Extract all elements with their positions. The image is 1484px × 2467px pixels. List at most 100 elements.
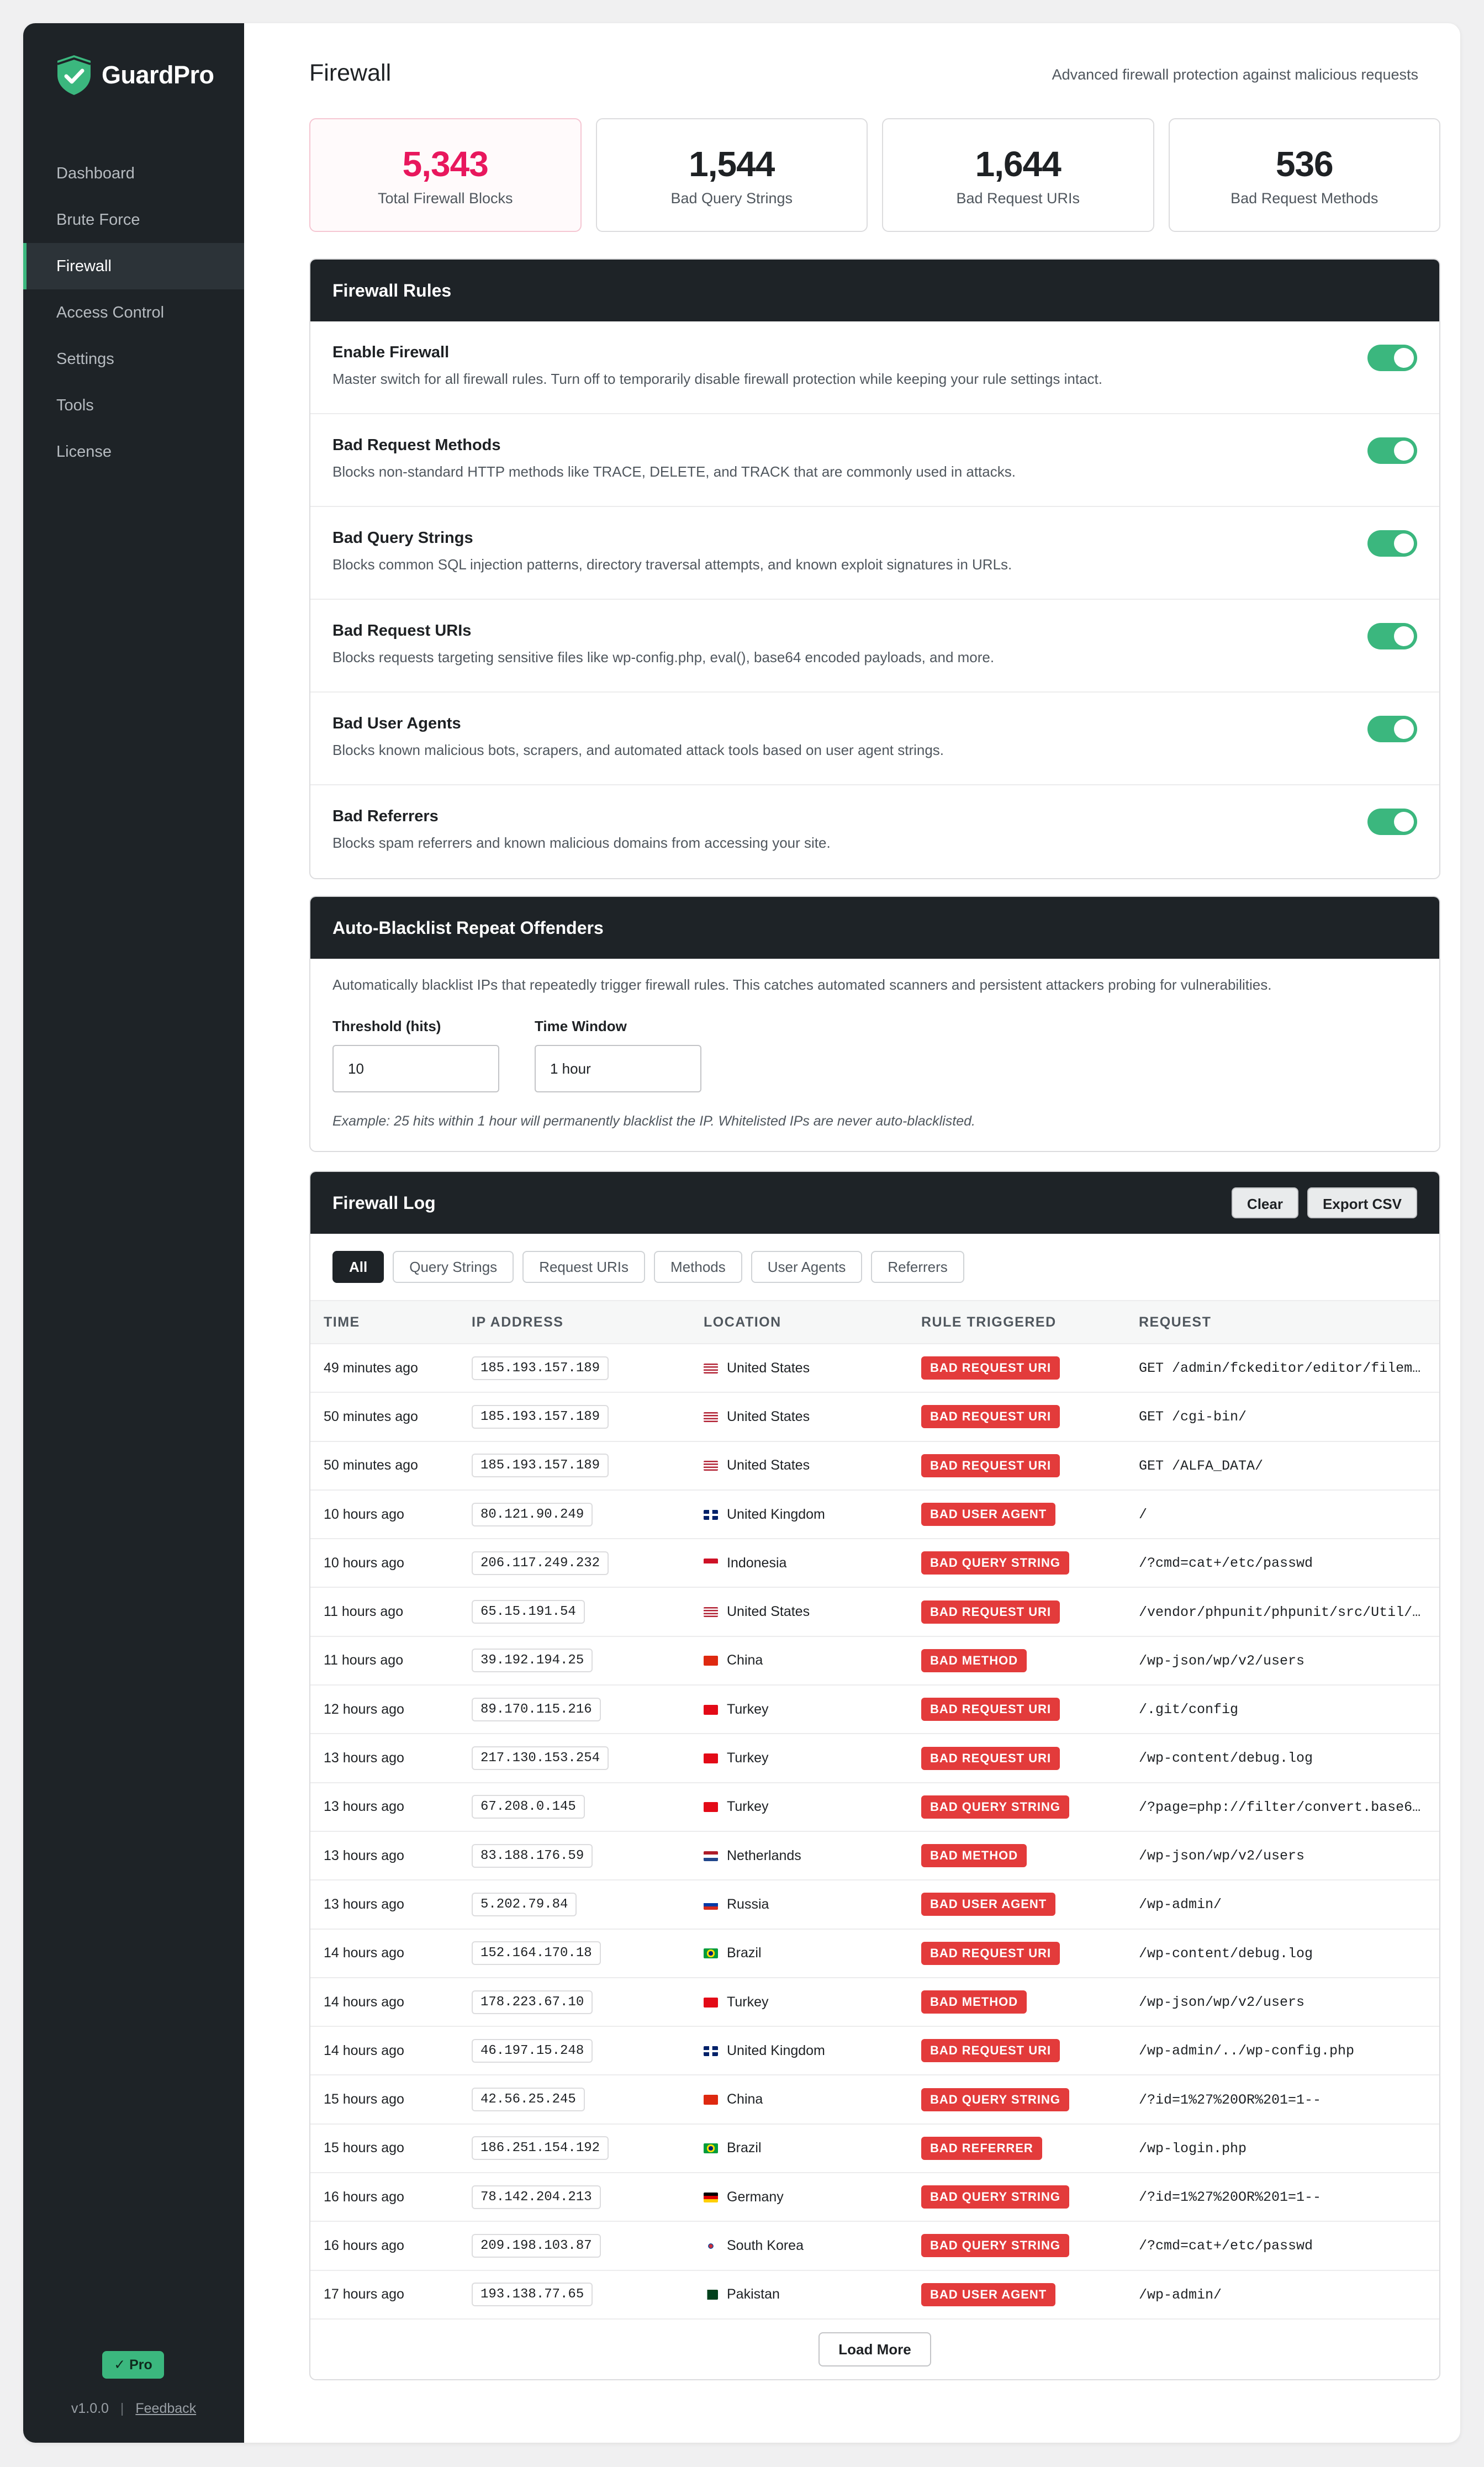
bad-request-uris-toggle[interactable] <box>1367 623 1417 649</box>
column-rule-triggered: RULE TRIGGERED <box>921 1300 1139 1344</box>
bad-request-methods-toggle[interactable] <box>1367 437 1417 464</box>
nav-item-license[interactable]: License <box>23 429 244 475</box>
country-name: China <box>727 1652 763 1668</box>
filter-request-uris[interactable]: Request URIs <box>522 1251 646 1283</box>
ip-address-chip[interactable]: 89.170.115.216 <box>472 1697 601 1721</box>
row-request-cell: /?cmd=cat+/etc/passwd <box>1139 2221 1439 2271</box>
auto-blacklist-fields: Threshold (hits) Time Window <box>332 1018 1417 1092</box>
request-path: GET /ALFA_DATA/ <box>1139 1457 1264 1474</box>
filter-query-strings[interactable]: Query Strings <box>393 1251 514 1283</box>
clear-log-button[interactable]: Clear <box>1231 1187 1298 1218</box>
row-ip-cell: 178.223.67.10 <box>472 1977 704 2027</box>
bad-user-agents-toggle[interactable] <box>1367 716 1417 742</box>
ip-address-chip[interactable]: 206.117.249.232 <box>472 1551 609 1575</box>
ip-address-chip[interactable]: 80.121.90.249 <box>472 1502 593 1526</box>
ip-address-chip[interactable]: 185.193.157.189 <box>472 1356 609 1380</box>
row-rule-cell: BAD METHOD <box>921 1831 1139 1881</box>
ip-address-chip[interactable]: 217.130.153.254 <box>472 1746 609 1771</box>
ip-address-chip[interactable]: 5.202.79.84 <box>472 1892 577 1916</box>
bad-query-strings-toggle[interactable] <box>1367 530 1417 557</box>
flag-icon <box>704 2046 718 2056</box>
row-location: Turkey <box>704 1977 921 2027</box>
ip-address-chip[interactable]: 65.15.191.54 <box>472 1600 585 1624</box>
filter-user-agents[interactable]: User Agents <box>751 1251 863 1283</box>
row-location: United States <box>704 1587 921 1637</box>
request-path: /wp-content/debug.log <box>1139 1750 1313 1767</box>
enable-firewall-toggle[interactable] <box>1367 345 1417 371</box>
row-location: Indonesia <box>704 1539 921 1588</box>
ip-address-chip[interactable]: 78.142.204.213 <box>472 2185 601 2209</box>
load-more-button[interactable]: Load More <box>818 2332 931 2366</box>
time-window-input[interactable] <box>535 1045 701 1092</box>
rule-badge: BAD REQUEST URI <box>921 1941 1060 1965</box>
row-request-cell: GET /cgi-bin/ <box>1139 1392 1439 1442</box>
ip-address-chip[interactable]: 193.138.77.65 <box>472 2283 593 2307</box>
ip-address-chip[interactable]: 46.197.15.248 <box>472 2038 593 2063</box>
row-rule-cell: BAD QUERY STRING <box>921 1782 1139 1832</box>
flag-icon <box>704 1851 718 1861</box>
feedback-link[interactable]: Feedback <box>135 2401 196 2416</box>
row-ip-cell: 152.164.170.18 <box>472 1929 704 1978</box>
row-request-cell: /wp-content/debug.log <box>1139 1929 1439 1978</box>
ip-address-chip[interactable]: 83.188.176.59 <box>472 1843 593 1868</box>
row-time: 14 hours ago <box>310 1977 472 2027</box>
rule-description: Blocks spam referrers and known maliciou… <box>332 834 831 851</box>
nav-item-firewall[interactable]: Firewall <box>23 243 244 289</box>
flag-icon <box>704 1363 718 1374</box>
ip-address-chip[interactable]: 178.223.67.10 <box>472 1990 593 2014</box>
row-location: Brazil <box>704 1929 921 1978</box>
threshold-field-group: Threshold (hits) <box>332 1018 499 1092</box>
country-name: Brazil <box>727 1945 762 1961</box>
filter-referrers[interactable]: Referrers <box>871 1251 964 1283</box>
ip-address-chip[interactable]: 39.192.194.25 <box>472 1649 593 1673</box>
rule-name: Enable Firewall <box>332 344 450 361</box>
card-title: Firewall Log <box>332 1192 436 1213</box>
ip-address-chip[interactable]: 152.164.170.18 <box>472 1941 601 1966</box>
row-time: 13 hours ago <box>310 1734 472 1783</box>
rule-badge: BAD REFERRER <box>921 2136 1042 2160</box>
rule-bad-request-methods: Bad Request Methods Blocks non-standard … <box>310 414 1439 507</box>
ip-address-chip[interactable]: 67.208.0.145 <box>472 1795 585 1819</box>
ip-address-chip[interactable]: 209.198.103.87 <box>472 2233 601 2258</box>
row-request-cell: /?id=1%27%20OR%201=1-- <box>1139 2173 1439 2222</box>
table-row: 50 minutes ago 185.193.157.189 United St… <box>310 1392 1439 1442</box>
filter-methods[interactable]: Methods <box>654 1251 742 1283</box>
country-name: Russia <box>727 1896 769 1912</box>
rule-bad-referrers: Bad Referrers Blocks spam referrers and … <box>310 785 1439 878</box>
nav-item-settings[interactable]: Settings <box>23 336 244 382</box>
ip-address-chip[interactable]: 185.193.157.189 <box>472 1454 609 1478</box>
firewall-log-table: TIME IP ADDRESS LOCATION RULE TRIGGERED … <box>310 1300 1439 2320</box>
stat-bad-query-strings: 1,544 Bad Query Strings <box>595 118 868 232</box>
flag-icon <box>704 1509 718 1520</box>
flag-icon <box>704 1753 718 1764</box>
nav-item-brute-force[interactable]: Brute Force <box>23 197 244 243</box>
table-row: 13 hours ago 83.188.176.59 Netherlands B… <box>310 1831 1439 1881</box>
ip-address-chip[interactable]: 185.193.157.189 <box>472 1404 609 1429</box>
page-subtitle: Advanced firewall protection against mal… <box>1052 66 1418 83</box>
country-name: South Korea <box>727 2237 804 2253</box>
nav-item-dashboard[interactable]: Dashboard <box>23 150 244 197</box>
rule-description: Blocks requests targeting sensitive file… <box>332 649 995 665</box>
nav-item-tools[interactable]: Tools <box>23 382 244 429</box>
log-actions: Clear Export CSV <box>1231 1187 1417 1218</box>
stat-label: Bad Request Methods <box>1230 189 1379 207</box>
row-ip-cell: 209.198.103.87 <box>472 2221 704 2271</box>
threshold-input[interactable] <box>332 1045 499 1092</box>
export-csv-button[interactable]: Export CSV <box>1307 1187 1417 1218</box>
table-row: 49 minutes ago 185.193.157.189 United St… <box>310 1344 1439 1393</box>
row-rule-cell: BAD REQUEST URI <box>921 1929 1139 1978</box>
row-ip-cell: 80.121.90.249 <box>472 1489 704 1540</box>
row-time: 50 minutes ago <box>310 1441 472 1491</box>
row-rule-cell: BAD QUERY STRING <box>921 1539 1139 1588</box>
request-path: /wp-json/wp/v2/users <box>1139 1848 1305 1864</box>
stat-bad-request-uris: 1,644 Bad Request URIs <box>882 118 1154 232</box>
nav-item-access-control[interactable]: Access Control <box>23 289 244 336</box>
filter-all[interactable]: All <box>332 1251 384 1283</box>
bad-referrers-toggle[interactable] <box>1367 809 1417 835</box>
time-window-label: Time Window <box>535 1018 627 1034</box>
firewall-rules-header: Firewall Rules <box>310 260 1439 321</box>
ip-address-chip[interactable]: 186.251.154.192 <box>472 2136 609 2160</box>
stat-total-blocks: 5,343 Total Firewall Blocks <box>309 118 582 232</box>
rule-name: Bad Query Strings <box>332 529 473 547</box>
ip-address-chip[interactable]: 42.56.25.245 <box>472 2088 585 2112</box>
